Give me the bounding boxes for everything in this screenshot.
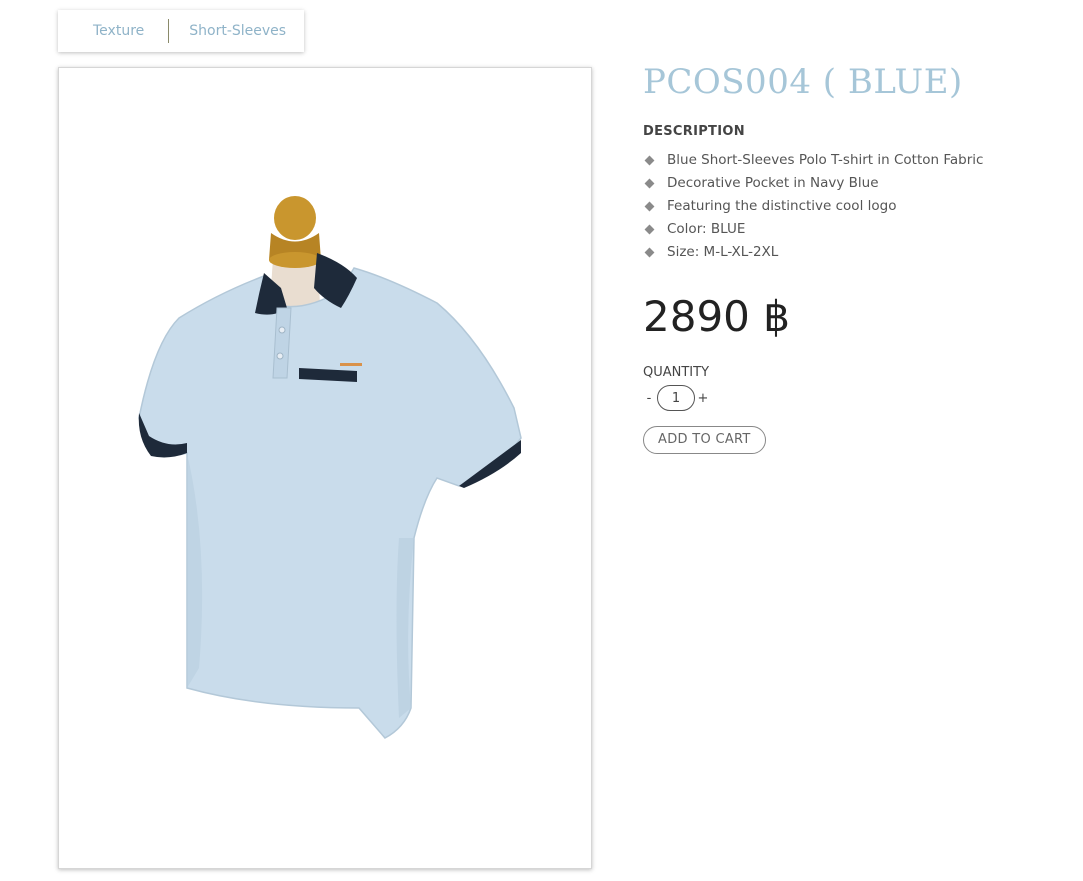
logo-mark <box>340 363 362 366</box>
description-list: Blue Short-Sleeves Polo T-shirt in Cotto… <box>643 149 1063 264</box>
polo-shirt-illustration <box>138 196 522 739</box>
product-page: Texture Short-Sleeves PCOS004 (BLUE) DE… <box>0 0 1083 881</box>
diamond-bullet-icon <box>644 178 655 189</box>
list-item: Blue Short-Sleeves Polo T-shirt in Cotto… <box>643 149 1063 172</box>
add-to-cart-button[interactable]: ADD TO CART <box>643 426 766 454</box>
diamond-bullet-icon <box>644 224 655 235</box>
button-1 <box>278 326 286 334</box>
description-text: Blue Short-Sleeves Polo T-shirt in Cotto… <box>667 152 984 168</box>
quantity-increment-button[interactable]: + <box>697 391 709 406</box>
quantity-label: QUANTITY <box>643 365 710 380</box>
mannequin-base <box>269 252 321 268</box>
mannequin-head <box>274 196 316 240</box>
quantity-input[interactable] <box>657 385 695 411</box>
breadcrumb: Texture Short-Sleeves <box>58 10 304 52</box>
button-2 <box>276 352 284 360</box>
description-text: Size: M-L-XL-2XL <box>667 244 779 260</box>
product-price: 2890 ฿ <box>643 292 790 341</box>
tag-texture-link[interactable]: Texture <box>93 23 144 39</box>
diamond-bullet-icon <box>644 155 655 166</box>
product-info: PCOS004 ( BLUE) DESCRIPTION Blue Short-S… <box>643 62 1063 454</box>
tag-separator <box>168 19 170 43</box>
quantity-decrement-button[interactable]: - <box>643 391 655 406</box>
description-heading: DESCRIPTION <box>643 124 745 139</box>
description-text: Featuring the distinctive cool logo <box>667 198 897 214</box>
tag-short-sleeves-link[interactable]: Short-Sleeves <box>189 23 286 39</box>
diamond-bullet-icon <box>644 247 655 258</box>
list-item: Color: BLUE <box>643 218 1063 241</box>
product-title: PCOS004 ( BLUE) <box>643 62 963 102</box>
list-item: Featuring the distinctive cool logo <box>643 195 1063 218</box>
list-item: Size: M-L-XL-2XL <box>643 241 1063 264</box>
description-text: Color: BLUE <box>667 221 746 237</box>
description-text: Decorative Pocket in Navy Blue <box>667 175 879 191</box>
quantity-stepper: - + <box>643 384 1063 412</box>
list-item: Decorative Pocket in Navy Blue <box>643 172 1063 195</box>
product-image[interactable] <box>58 67 592 869</box>
diamond-bullet-icon <box>644 201 655 212</box>
